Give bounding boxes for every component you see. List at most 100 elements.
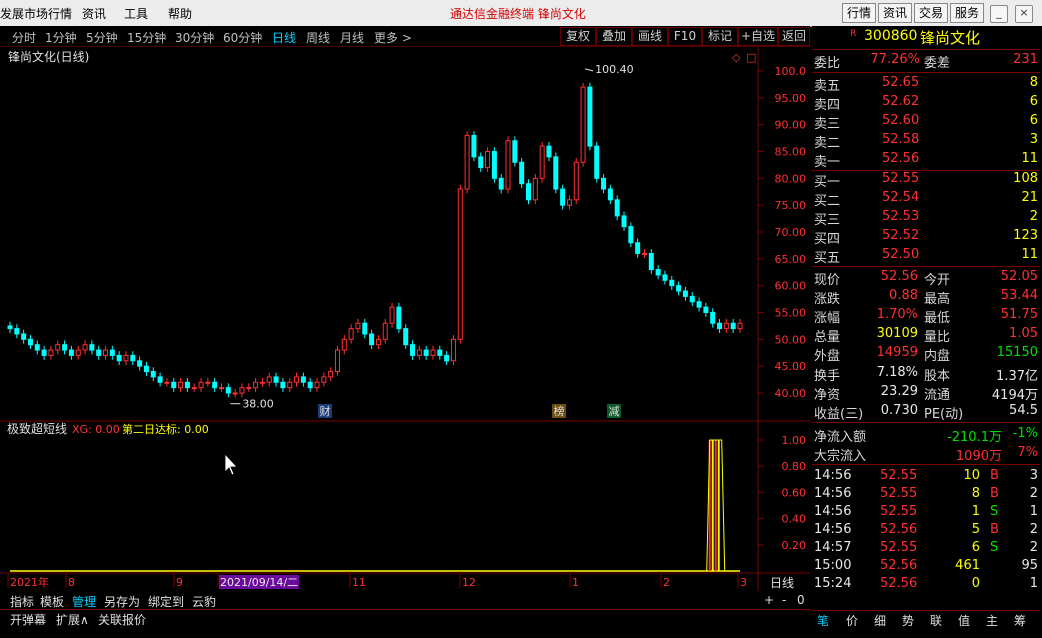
menu-help[interactable]: 帮助	[168, 5, 192, 22]
tab-danmu[interactable]: 开弹幕	[10, 611, 46, 628]
stat-label: 最高	[924, 292, 951, 307]
tab-related-quote[interactable]: 关联报价	[98, 611, 146, 628]
bid-label: 买四	[814, 232, 841, 247]
service-button[interactable]: 服务	[950, 3, 984, 23]
zoom-reset-button[interactable]: 0	[797, 593, 805, 607]
stat-value: 4194万	[991, 388, 1038, 403]
candle-body	[232, 392, 238, 395]
candle-body	[137, 360, 143, 367]
indicator-xg: XG: 0.00	[72, 423, 120, 436]
candle-body	[14, 328, 20, 335]
candle-body	[300, 376, 306, 383]
r-badge: R	[850, 29, 857, 39]
stat-label: 最低	[924, 311, 951, 326]
zoom-out-button[interactable]: -	[782, 593, 786, 607]
high-arrow	[584, 68, 594, 72]
ask-price: 52.60	[882, 113, 920, 128]
tab-cloud[interactable]: 云豹	[192, 593, 216, 610]
stat-row: 涨跌 0.88 最高 53.44	[812, 288, 1040, 307]
fuquan-button[interactable]: 复权	[560, 27, 596, 46]
trade-button[interactable]: 交易	[914, 3, 948, 23]
stat-label: 涨跌	[814, 292, 841, 307]
diamond-icon[interactable]: ◇	[732, 51, 741, 64]
ask-price: 52.62	[882, 94, 920, 109]
period-60min[interactable]: 60分钟	[223, 29, 262, 46]
tab-xi[interactable]: 细	[874, 612, 886, 629]
period-weekly[interactable]: 周线	[306, 29, 330, 46]
draw-line-button[interactable]: 画线	[632, 27, 668, 46]
tick-count: 3	[1029, 468, 1038, 483]
candle-body	[27, 338, 33, 346]
tab-save-as[interactable]: 另存为	[104, 593, 140, 610]
candle-body	[307, 381, 313, 389]
minimize-icon[interactable]: _	[990, 5, 1008, 23]
candle-body	[485, 151, 491, 169]
tab-zhi[interactable]: 值	[958, 612, 970, 629]
tick-count: 95	[1021, 558, 1038, 573]
f10-button[interactable]: F10	[668, 27, 702, 46]
quote-button[interactable]: 行情	[842, 3, 876, 23]
candle-body	[212, 381, 218, 389]
stat-label: 量比	[924, 330, 951, 345]
candle-body	[205, 381, 211, 384]
tab-manage[interactable]: 管理	[72, 593, 96, 610]
bid-label: 买二	[814, 194, 841, 209]
candle-body	[266, 376, 272, 383]
candlestick-chart[interactable]: 锋尚文化(日线) ◇ □ 100.0 95.00 90.00 85.00 80.00 75…	[0, 47, 810, 591]
candle-body	[82, 344, 88, 351]
tab-jia[interactable]: 价	[846, 612, 858, 629]
tick-count: 2	[1029, 486, 1038, 501]
tab-zhu[interactable]: 主	[986, 612, 998, 629]
square-icon[interactable]: □	[746, 51, 756, 64]
zoom-in-button[interactable]: +	[764, 593, 774, 607]
candle-body	[416, 349, 422, 356]
event-marker-label: 榜	[554, 404, 565, 418]
period-30min[interactable]: 30分钟	[175, 29, 214, 46]
period-more[interactable]: 更多 >	[374, 29, 412, 46]
stat-row: 现价 52.56 今开 52.05	[812, 269, 1040, 288]
candle-body	[314, 381, 320, 389]
candle-body	[573, 161, 579, 201]
stat-label: 股本	[924, 369, 951, 384]
tab-lian[interactable]: 联	[930, 612, 942, 629]
period-1min[interactable]: 1分钟	[45, 29, 77, 46]
tab-indicator[interactable]: 指标	[10, 593, 34, 610]
candle-body	[123, 354, 129, 362]
period-15min[interactable]: 15分钟	[127, 29, 166, 46]
menu-market[interactable]: 发展市场行情	[0, 5, 72, 22]
period-monthly[interactable]: 月线	[340, 29, 364, 46]
stat-value: 7.18%	[876, 365, 918, 380]
period-daily[interactable]: 日线	[272, 29, 296, 46]
bid-row: 买五 52.50 11	[812, 247, 1040, 266]
back-button[interactable]: 返回	[778, 27, 810, 46]
menu-news[interactable]: 资讯	[82, 5, 106, 22]
stat-value: 14959	[876, 345, 918, 360]
tab-expand[interactable]: 扩展∧	[56, 611, 89, 628]
chart-area[interactable]: 锋尚文化(日线) ◇ □ 100.0 95.00 90.00 85.00 80.00 75…	[0, 47, 810, 591]
period-fenshi[interactable]: 分时	[12, 29, 36, 46]
tab-bi[interactable]: 笔	[817, 612, 829, 629]
close-icon[interactable]: ×	[1015, 5, 1033, 23]
menu-tools[interactable]: 工具	[124, 5, 148, 22]
mark-button[interactable]: 标记	[702, 27, 738, 46]
tab-chou[interactable]: 筹	[1014, 612, 1026, 629]
overlay-button[interactable]: 叠加	[596, 27, 632, 46]
bid-row: 买二 52.54 21	[812, 190, 1040, 209]
tab-bind[interactable]: 绑定到	[148, 593, 184, 610]
window-title: 通达信金融终端 锋尚文化	[450, 7, 586, 21]
period-5min[interactable]: 5分钟	[86, 29, 118, 46]
stat-row: 换手 7.18% 股本 1.37亿	[812, 365, 1040, 384]
price-axis: 100.0 95.00 90.00 85.00 80.00 75.00 70.00 65.00…	[758, 65, 806, 400]
ask-volume: 11	[1021, 151, 1038, 166]
add-watchlist-button[interactable]: +自选	[738, 27, 778, 46]
candle-body	[96, 349, 102, 356]
date-label: 3	[740, 576, 747, 589]
candle-body	[512, 140, 518, 163]
indicator-panel: 1.00 0.80 0.60 0.40 0.20	[10, 434, 806, 572]
news-button[interactable]: 资讯	[878, 3, 912, 23]
tick-price: 52.55	[880, 540, 918, 555]
tab-shi[interactable]: 势	[902, 612, 914, 629]
weicha-label: 委差	[924, 56, 951, 71]
tab-template[interactable]: 模板	[40, 593, 64, 610]
divider	[0, 609, 810, 610]
